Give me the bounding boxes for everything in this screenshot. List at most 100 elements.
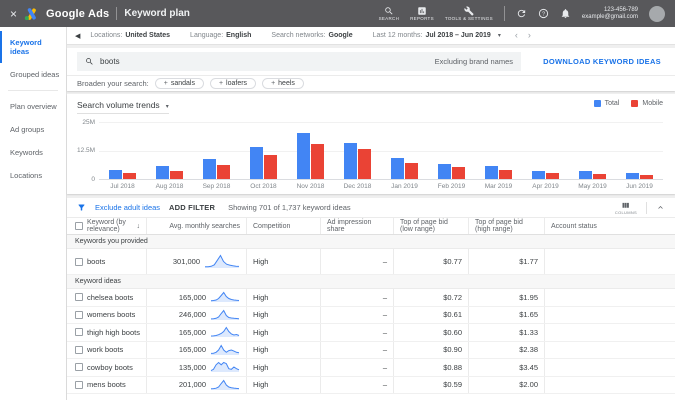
download-keyword-ideas-button[interactable]: DOWNLOAD KEYWORD IDEAS (543, 57, 661, 66)
setting-value: United States (125, 32, 171, 39)
account-info[interactable]: 123-456-789 example@gmail.com (582, 7, 638, 21)
setting-locations[interactable]: Locations: United States (90, 32, 170, 39)
trend-sparkline (210, 362, 240, 373)
bar-total[interactable] (579, 171, 592, 179)
sidebar-item-locations[interactable]: Locations (0, 164, 66, 187)
row-checkbox[interactable] (75, 380, 83, 389)
bar-mobile[interactable] (358, 148, 371, 179)
x-axis-label: May 2019 (578, 183, 607, 190)
chart-title-dropdown[interactable]: Search volume trends ▾ (77, 100, 169, 114)
sidebar-item-keywords[interactable]: Keywords (0, 141, 66, 164)
competition-cell: High (246, 359, 320, 376)
setting-search-networks[interactable]: Search networks: Google (271, 32, 352, 39)
bar-group-apr-2019 (522, 122, 569, 179)
help-icon[interactable]: ? (538, 8, 549, 19)
avg-monthly-searches-cell: 301,000 (146, 249, 246, 274)
bar-mobile[interactable] (217, 164, 230, 179)
top-of-page-bid-high-cell: $1.77 (468, 249, 544, 274)
sidebar-item-keyword-ideas[interactable]: Keyword ideas (0, 31, 66, 63)
setting-language[interactable]: Language: English (190, 32, 251, 39)
bar-mobile[interactable] (170, 170, 183, 179)
keyword-text: thigh high boots (87, 327, 140, 337)
ad-impression-share-cell: – (320, 359, 393, 376)
row-checkbox[interactable] (75, 293, 83, 302)
next-period-icon[interactable]: › (528, 31, 531, 40)
chevron-down-icon: ▾ (165, 104, 169, 110)
bar-total[interactable] (297, 132, 310, 179)
bar-total[interactable] (438, 163, 451, 179)
bar-total[interactable] (344, 142, 357, 179)
bar-total[interactable] (532, 171, 545, 179)
bar-total[interactable] (156, 166, 169, 179)
x-axis-label: Jan 2019 (391, 183, 418, 190)
sidebar-item-plan-overview[interactable]: Plan overview (0, 95, 66, 118)
brand-exclusion-note: Excluding brand names (434, 57, 513, 66)
bar-group-feb-2019 (428, 122, 475, 179)
bar-total[interactable] (485, 166, 498, 179)
setting-last-12-months[interactable]: Last 12 months: Jul 2018 – Jun 2019 ▾ (373, 32, 501, 39)
broaden-chip-loafers[interactable]: + loafers (209, 78, 257, 89)
keyword-search-input[interactable]: boots Excluding brand names (77, 52, 521, 71)
plus-icon: + (271, 80, 276, 87)
sidebar-item-grouped-ideas[interactable]: Grouped ideas (0, 63, 66, 86)
bar-mobile[interactable] (452, 167, 465, 179)
x-axis-label: Feb 2019 (437, 183, 466, 190)
close-icon[interactable]: × (10, 8, 17, 20)
x-axis-label: Nov 2018 (296, 183, 325, 190)
top-of-page-bid-high-cell: $1.33 (468, 324, 544, 341)
chart-legend: Total Mobile (593, 100, 663, 107)
tools-settings-nav-label: TOOLS & SETTINGS (444, 15, 493, 21)
notifications-bell-icon[interactable] (560, 8, 571, 19)
bar-total[interactable] (391, 158, 404, 179)
row-checkbox[interactable] (75, 363, 83, 372)
collapse-panel-icon[interactable]: ◀ (75, 32, 80, 40)
row-checkbox[interactable] (75, 328, 83, 337)
app-body: Keyword ideas Grouped ideas Plan overview A… (0, 27, 675, 400)
avatar[interactable] (649, 5, 665, 22)
sidebar-item-ad-groups[interactable]: Ad groups (0, 118, 66, 141)
content-area: boots Excluding brand names DOWNLOAD KEY… (67, 45, 675, 400)
row-checkbox[interactable] (75, 310, 83, 319)
reports-nav-button[interactable]: REPORTS (410, 6, 434, 22)
refresh-icon[interactable] (516, 8, 527, 19)
account-status-cell (544, 341, 675, 358)
exclude-adult-ideas-link[interactable]: Exclude adult ideas (95, 203, 160, 212)
trend-sparkline (210, 344, 240, 355)
add-filter-button[interactable]: ADD FILTER (169, 203, 215, 212)
row-checkbox[interactable] (75, 345, 83, 354)
bar-mobile[interactable] (546, 173, 559, 179)
bar-total[interactable] (203, 159, 216, 179)
bar-group-sep-2018 (193, 122, 240, 179)
bar-total[interactable] (626, 173, 639, 179)
select-all-checkbox[interactable] (75, 222, 83, 230)
legend-item-mobile[interactable]: Mobile (631, 100, 663, 107)
legend-item-total[interactable]: Total (593, 100, 619, 107)
bar-mobile[interactable] (264, 155, 277, 179)
bar-mobile[interactable] (405, 162, 418, 179)
keyword-search-card: boots Excluding brand names DOWNLOAD KEY… (67, 48, 675, 91)
tools-settings-nav-button[interactable]: TOOLS & SETTINGS (444, 5, 493, 22)
topbar-right: SEARCH REPORTS TOOLS & SETTINGS ? 123-45… (379, 5, 665, 22)
top-of-page-bid-low-cell: $0.90 (393, 341, 468, 358)
sort-descending-icon[interactable]: ↓ (137, 223, 141, 230)
broaden-chip-heels[interactable]: + heels (262, 78, 304, 89)
table-row-boots: boots 301,000 High – $0.77 $1.77 (67, 249, 675, 275)
bar-mobile[interactable] (593, 173, 606, 179)
prev-period-icon[interactable]: ‹ (515, 31, 518, 40)
collapse-chevron-up-icon[interactable] (656, 203, 665, 212)
main-column: ◀ Locations: United States Language: Englis… (67, 27, 675, 400)
bar-group-jul-2018 (99, 122, 146, 179)
bar-mobile[interactable] (123, 172, 136, 179)
bar-mobile[interactable] (640, 174, 653, 179)
columns-button[interactable]: COLUMNS (615, 201, 637, 215)
bar-mobile[interactable] (499, 169, 512, 179)
keyword-text: womens boots (87, 310, 136, 320)
row-checkbox[interactable] (75, 257, 83, 266)
table-row-work-boots: work boots 165,000 High – $0.90 $2.38 (67, 341, 675, 359)
search-nav-button[interactable]: SEARCH (379, 6, 400, 22)
broaden-chip-sandals[interactable]: + sandals (154, 78, 204, 89)
bar-mobile[interactable] (311, 144, 324, 179)
filter-icon[interactable] (77, 203, 86, 212)
bar-total[interactable] (250, 147, 263, 179)
bar-total[interactable] (109, 170, 122, 179)
